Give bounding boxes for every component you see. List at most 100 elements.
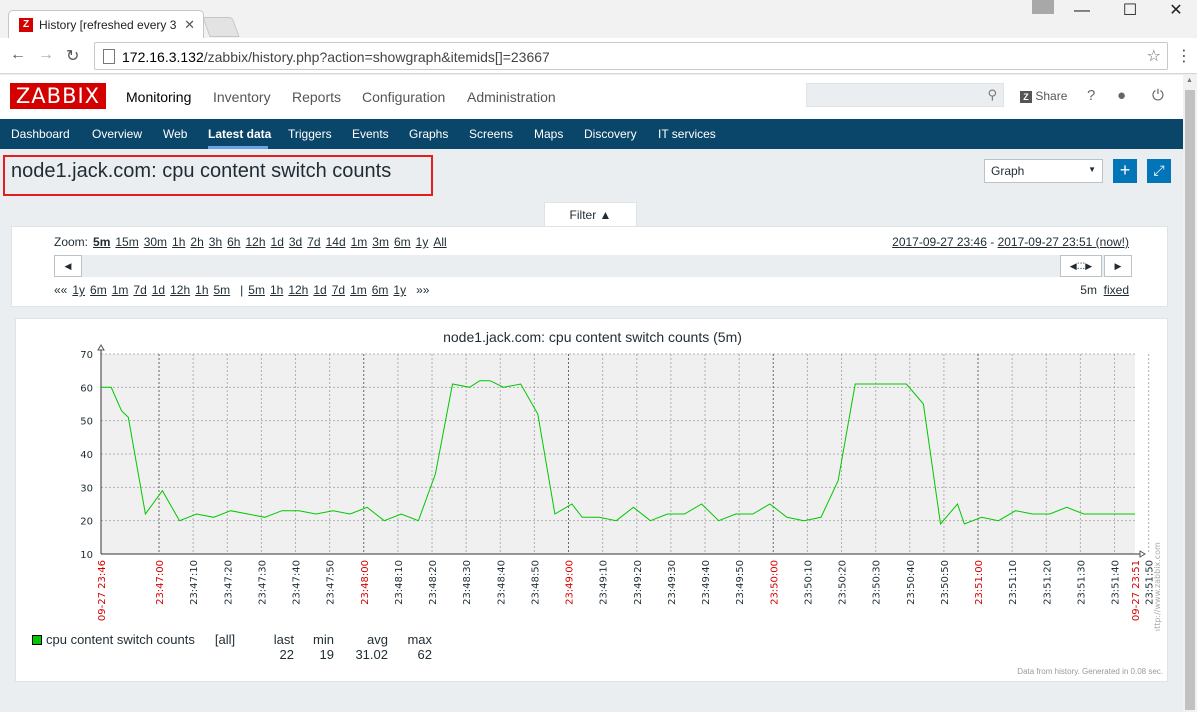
nav-forward-option-12h[interactable]: 12h: [288, 283, 308, 297]
subnav-latest-data[interactable]: Latest data: [208, 127, 271, 141]
nav-forward-option-1m[interactable]: 1m: [350, 283, 367, 297]
menu-reports[interactable]: Reports: [292, 89, 341, 105]
nav-forward-option-1d[interactable]: 1d: [313, 283, 326, 297]
zoom-option-3d[interactable]: 3d: [289, 235, 302, 249]
zoom-option-2h[interactable]: 2h: [190, 235, 203, 249]
nav-back-option-1d[interactable]: 1d: [152, 283, 165, 297]
nav-back-option-1y[interactable]: 1y: [72, 283, 85, 297]
x-tick-label: 23:48:10: [394, 560, 405, 605]
fullscreen-button[interactable]: ⤢: [1147, 159, 1171, 183]
add-to-favorites-button[interactable]: +: [1113, 159, 1137, 183]
zabbix-share-icon: Z: [1020, 91, 1032, 103]
zoom-option-12h[interactable]: 12h: [245, 235, 265, 249]
profile-icon[interactable]: [1032, 0, 1054, 14]
subnav-it-services[interactable]: IT services: [658, 127, 716, 141]
page-icon: [103, 49, 115, 64]
sign-out-icon[interactable]: ⏻: [1152, 87, 1164, 104]
subnav-events[interactable]: Events: [352, 127, 389, 141]
close-tab-icon[interactable]: ✕: [184, 17, 195, 33]
fixed-toggle[interactable]: fixed: [1104, 283, 1129, 297]
forward-arrow-icon[interactable]: →: [38, 46, 54, 64]
nav-forward-option-7d[interactable]: 7d: [332, 283, 345, 297]
nav-forward-option-1h[interactable]: 1h: [270, 283, 283, 297]
zoom-option-6h[interactable]: 6h: [227, 235, 240, 249]
nav-back[interactable]: ««: [54, 283, 67, 297]
reload-icon[interactable]: ↻: [66, 46, 79, 66]
zabbix-watermark: http://www.zabbix.com: [1153, 542, 1162, 631]
browser-tab[interactable]: Z History [refreshed every 3 ✕: [8, 10, 204, 38]
page-scrollbar[interactable]: ▲: [1183, 75, 1197, 712]
bookmark-star-icon[interactable]: ☆: [1147, 46, 1161, 66]
line-chart[interactable]: 10 20 30 40 50 60 70 23:47:00 23:47:10 23:47:20 23…: [16, 319, 1169, 631]
subnav-overview[interactable]: Overview: [92, 127, 142, 141]
scroll-right-button[interactable]: ▶: [1104, 255, 1132, 277]
x-tick-label: 23:49:30: [667, 560, 678, 605]
url-field[interactable]: 172.16.3.132/zabbix/history.php?action=s…: [94, 42, 1168, 70]
subnav-maps[interactable]: Maps: [534, 127, 563, 141]
zoom-option-30m[interactable]: 30m: [144, 235, 167, 249]
scroll-handle[interactable]: ◀⁚⁚⁚▶: [1060, 255, 1102, 277]
nav-back-option-1m[interactable]: 1m: [112, 283, 129, 297]
x-tick-label: 23:49:20: [633, 560, 644, 605]
date-from[interactable]: 2017-09-27 23:46: [892, 235, 987, 249]
minimize-icon[interactable]: —: [1059, 0, 1105, 30]
zoom-option-6m[interactable]: 6m: [394, 235, 411, 249]
zoom-option-1d[interactable]: 1d: [271, 235, 284, 249]
zoom-option-5m[interactable]: 5m: [93, 235, 110, 249]
x-axis-arrow: [1139, 550, 1146, 558]
x-tick-label: 23:50:40: [906, 560, 917, 605]
x-tick-label: 23:49:50: [735, 560, 746, 605]
scrollbar-thumb[interactable]: [1185, 90, 1195, 710]
nav-forward-option-1y[interactable]: 1y: [393, 283, 406, 297]
zoom-option-3m[interactable]: 3m: [372, 235, 389, 249]
scroll-left-button[interactable]: ◀: [54, 255, 82, 277]
scroll-up-icon[interactable]: ▲: [1186, 77, 1193, 84]
x-tick-label: 23:48:40: [496, 560, 507, 605]
menu-monitoring[interactable]: Monitoring: [126, 89, 191, 105]
subnav-graphs[interactable]: Graphs: [409, 127, 448, 141]
nav-back-option-6m[interactable]: 6m: [90, 283, 107, 297]
nav-back-option-12h[interactable]: 12h: [170, 283, 190, 297]
new-tab-button[interactable]: [202, 17, 240, 37]
zoom-option-3h[interactable]: 3h: [209, 235, 222, 249]
close-window-icon[interactable]: ✕: [1153, 0, 1197, 30]
subnav-screens[interactable]: Screens: [469, 127, 513, 141]
chevron-down-icon: ▼: [1088, 165, 1096, 174]
filter-tab[interactable]: Filter ▲: [544, 202, 637, 227]
view-select[interactable]: Graph ▼: [984, 159, 1103, 183]
nav-forward-option-6m[interactable]: 6m: [372, 283, 389, 297]
menu-administration[interactable]: Administration: [467, 89, 556, 105]
time-scrollbar[interactable]: ◀ ◀⁚⁚⁚▶ ▶: [54, 255, 1132, 277]
zoom-option-All[interactable]: All: [433, 235, 446, 249]
menu-inventory[interactable]: Inventory: [213, 89, 271, 105]
subnav-dashboard[interactable]: Dashboard: [11, 127, 70, 141]
zoom-option-1y[interactable]: 1y: [416, 235, 429, 249]
zabbix-logo[interactable]: ZABBIX: [10, 83, 106, 109]
nav-back-option-1h[interactable]: 1h: [195, 283, 208, 297]
zoom-option-1m[interactable]: 1m: [351, 235, 368, 249]
browser-menu-icon[interactable]: ⋮: [1176, 46, 1192, 66]
menu-configuration[interactable]: Configuration: [362, 89, 445, 105]
nav-forward[interactable]: »»: [416, 283, 429, 297]
user-profile-icon[interactable]: ●: [1117, 87, 1126, 104]
help-icon[interactable]: ?: [1087, 87, 1095, 104]
share-button[interactable]: Z Share: [1020, 89, 1067, 103]
zoom-option-14d[interactable]: 14d: [326, 235, 346, 249]
subnav-web[interactable]: Web: [163, 127, 187, 141]
x-tick-label: 23:50:20: [838, 560, 849, 605]
nav-forward-option-5m[interactable]: 5m: [248, 283, 265, 297]
subnav-triggers[interactable]: Triggers: [288, 127, 332, 141]
period-nav-row: «« 1y 6m 1m 7d 1d 12h 1h 5m | 5m 1h 12h 1d 7d 1m 6m 1y »»: [54, 283, 434, 297]
search-input[interactable]: ⚲: [806, 83, 1004, 107]
back-arrow-icon[interactable]: ←: [10, 46, 26, 64]
nav-back-option-7d[interactable]: 7d: [133, 283, 146, 297]
zoom-option-1h[interactable]: 1h: [172, 235, 185, 249]
nav-back-option-5m[interactable]: 5m: [214, 283, 231, 297]
legend-header-min: min: [313, 632, 334, 647]
zoom-option-15m[interactable]: 15m: [115, 235, 138, 249]
search-icon[interactable]: ⚲: [987, 87, 997, 103]
subnav-discovery[interactable]: Discovery: [584, 127, 637, 141]
maximize-icon[interactable]: ☐: [1107, 0, 1153, 30]
date-to[interactable]: 2017-09-27 23:51 (now!): [998, 235, 1129, 249]
zoom-option-7d[interactable]: 7d: [307, 235, 320, 249]
